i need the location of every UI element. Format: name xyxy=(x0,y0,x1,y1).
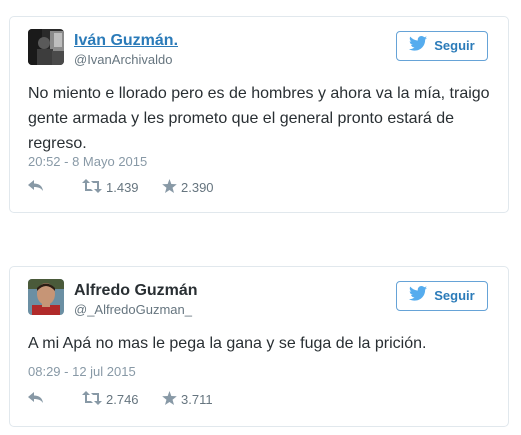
reply-button[interactable] xyxy=(28,179,82,197)
retweet-button[interactable]: 1.439 xyxy=(82,178,162,198)
reply-button[interactable] xyxy=(28,391,82,409)
avatar[interactable] xyxy=(28,29,64,65)
favorite-button[interactable]: 2.390 xyxy=(162,178,214,198)
tweet-text: No miento e llorado pero es de hombres y… xyxy=(28,85,490,152)
user-name[interactable]: Iván Guzmán. xyxy=(74,32,178,50)
tweet-timestamp[interactable]: 20:52 - 8 Mayo 2015 xyxy=(28,154,147,170)
tweet-actions: 2.746 3.711 xyxy=(28,390,213,410)
user-handle[interactable]: @_AlfredoGuzman_ xyxy=(74,302,192,318)
favorite-count: 3.711 xyxy=(181,392,213,407)
tweet-timestamp[interactable]: 08:29 - 12 jul 2015 xyxy=(28,364,136,380)
retweet-icon xyxy=(82,178,102,198)
twitter-bird-icon xyxy=(409,36,428,56)
tweet-card: Alfredo Guzmán @_AlfredoGuzman_ Seguir A… xyxy=(9,266,509,427)
follow-button-label: Seguir xyxy=(434,38,475,53)
retweet-icon xyxy=(82,390,102,410)
avatar[interactable] xyxy=(28,279,64,315)
twitter-bird-icon xyxy=(409,286,428,306)
retweet-count: 2.746 xyxy=(106,392,139,407)
reply-icon xyxy=(28,179,44,197)
user-name[interactable]: Alfredo Guzmán xyxy=(74,282,198,300)
tweet-card: Iván Guzmán. @IvanArchivaldo Seguir No m… xyxy=(9,16,509,213)
follow-button[interactable]: Seguir xyxy=(396,31,488,61)
follow-button[interactable]: Seguir xyxy=(396,281,488,311)
follow-button-label: Seguir xyxy=(434,288,475,303)
retweet-count: 1.439 xyxy=(106,180,139,195)
favorite-button[interactable]: 3.711 xyxy=(162,390,213,410)
user-handle[interactable]: @IvanArchivaldo xyxy=(74,52,172,68)
favorite-count: 2.390 xyxy=(181,180,214,195)
tweet-text: A mi Apá no mas le pega la gana y se fug… xyxy=(28,335,427,352)
reply-icon xyxy=(28,391,44,409)
star-icon xyxy=(162,390,177,410)
tweet-actions: 1.439 2.390 xyxy=(28,178,214,198)
star-icon xyxy=(162,178,177,198)
retweet-button[interactable]: 2.746 xyxy=(82,390,162,410)
